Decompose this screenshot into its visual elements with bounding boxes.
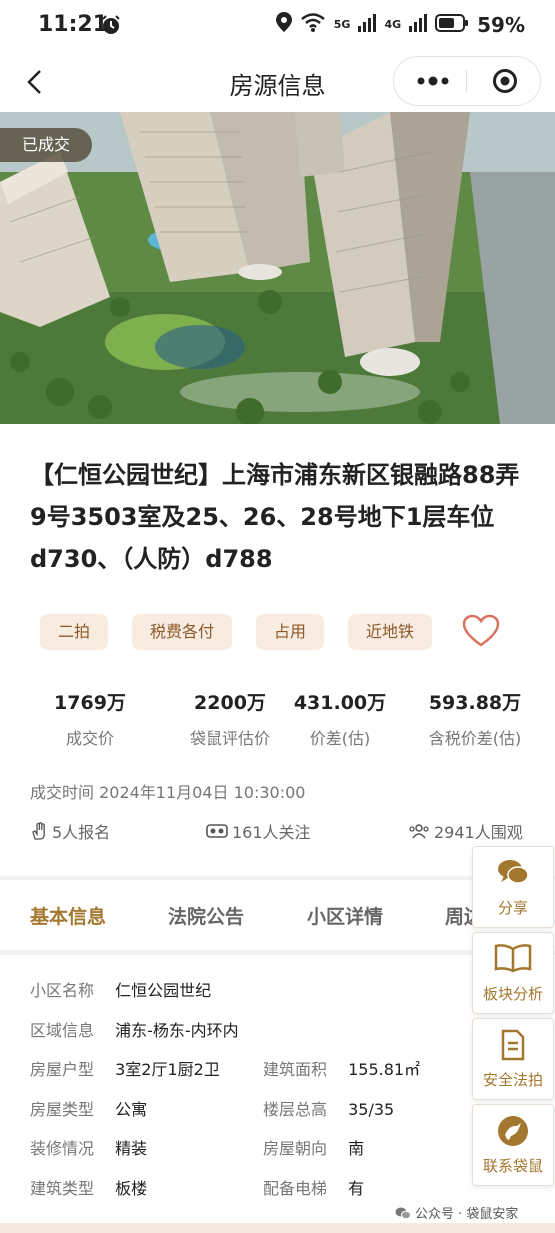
info-value: 精装 <box>115 1139 148 1158</box>
info-label: 配备电梯 <box>263 1179 328 1198</box>
info-value: 35/35 <box>348 1100 395 1119</box>
info-floor-area: 建筑面积 155.81㎡ <box>263 1056 420 1080</box>
status-bar: 11:21 5G 4G 59% <box>0 0 555 52</box>
safe-auction-label: 安全法拍 <box>482 1071 543 1089</box>
info-value: 155.81㎡ <box>348 1060 421 1079</box>
stat-label: 价差(估) <box>309 729 371 748</box>
info-label: 建筑类型 <box>30 1179 95 1198</box>
info-label: 房屋类型 <box>30 1100 95 1119</box>
stat-price-gap: 431.00万 价差(估) <box>280 688 400 749</box>
tab-court-notice[interactable]: 法院公告 <box>168 902 244 929</box>
battery-icon <box>435 13 469 37</box>
book-icon <box>494 944 532 973</box>
info-decoration: 装修情况 精装 <box>30 1135 147 1159</box>
property-summary: 【仁恒公园世纪】上海市浦东新区银融路88弄9号3503室及25、26、28号地下… <box>0 424 555 876</box>
stat-value: 1769万 <box>54 692 126 714</box>
stat-tax-gap: 593.88万 含税价差(估) <box>405 688 545 749</box>
status-time: 11:21 <box>38 12 109 37</box>
stat-label: 袋鼠评估价 <box>189 729 270 748</box>
stat-value: 2200万 <box>194 692 266 714</box>
mini-program-capsule <box>393 56 541 106</box>
stat-label: 含税价差(估) <box>428 729 522 748</box>
tag-item: 近地铁 <box>348 614 433 650</box>
wifi-icon <box>300 12 326 37</box>
info-value: 板楼 <box>115 1179 148 1198</box>
document-icon <box>501 1029 525 1061</box>
network-4g-label: 4G <box>384 18 402 31</box>
follower-count-text: 161人关注 <box>232 823 311 842</box>
safe-auction-button[interactable]: 安全法拍 <box>472 1018 554 1100</box>
signal-4g-icon <box>409 13 428 37</box>
info-orientation: 房屋朝向 南 <box>263 1135 364 1159</box>
status-badge: 已成交 <box>0 128 93 162</box>
stat-value: 593.88万 <box>428 692 522 714</box>
info-label: 房屋朝向 <box>263 1139 328 1158</box>
share-button[interactable]: 分享 <box>472 846 554 928</box>
area-analysis-button[interactable]: 板块分析 <box>472 932 554 1014</box>
location-icon <box>275 12 292 37</box>
hand-icon <box>32 822 45 840</box>
info-value: 仁恒公园世纪 <box>115 981 212 1000</box>
price-stats: 1769万 成交价 2200万 袋鼠评估价 431.00万 价差(估) 593.… <box>0 688 555 749</box>
wechat-icon <box>395 1207 411 1219</box>
info-value: 南 <box>348 1139 365 1158</box>
tag-list: 二拍 税费各付 占用 近地铁 <box>40 614 433 650</box>
info-label: 小区名称 <box>30 981 95 1000</box>
capsule-divider <box>466 70 467 92</box>
info-label: 建筑面积 <box>263 1060 328 1079</box>
vr-glasses-icon <box>206 824 228 838</box>
more-icon[interactable] <box>416 75 450 86</box>
signal-5g-icon <box>358 13 377 37</box>
target-icon[interactable] <box>492 68 518 98</box>
people-icon <box>409 824 429 839</box>
signup-count: 5人报名 <box>30 819 110 843</box>
info-layout: 房屋户型 3室2厅1厨2卫 <box>30 1056 220 1080</box>
info-value: 公寓 <box>115 1100 148 1119</box>
tab-basic-info[interactable]: 基本信息 <box>30 902 106 929</box>
stat-value: 431.00万 <box>293 692 387 714</box>
stat-appraisal: 2200万 袋鼠评估价 <box>165 688 295 749</box>
contact-button[interactable]: 联系袋鼠 <box>472 1104 554 1186</box>
alarm-icon <box>100 14 122 40</box>
share-label: 分享 <box>497 899 528 917</box>
deal-time: 成交时间 2024年11月04日 10:30:00 <box>30 783 306 802</box>
info-area: 区域信息 浦东-杨东-内环内 <box>30 1017 239 1041</box>
follower-count: 161人关注 <box>206 819 311 843</box>
info-value: 3室2厅1厨2卫 <box>115 1060 220 1079</box>
kangaroo-logo-icon <box>498 1116 528 1146</box>
info-floors: 楼层总高 35/35 <box>263 1096 394 1120</box>
signup-count-text: 5人报名 <box>52 823 111 842</box>
info-value: 有 <box>348 1179 365 1198</box>
info-label: 房屋户型 <box>30 1060 95 1079</box>
tab-community-details[interactable]: 小区详情 <box>307 902 383 929</box>
watermark: 公众号 · 袋鼠安家 <box>395 1203 518 1222</box>
property-title: 【仁恒公园世纪】上海市浦东新区银融路88弄9号3503室及25、26、28号地下… <box>30 461 520 573</box>
info-house-type: 房屋类型 公寓 <box>30 1096 147 1120</box>
chat-icon <box>498 860 529 884</box>
info-value: 浦东-杨东-内环内 <box>115 1021 239 1040</box>
viewer-count-text: 2941人围观 <box>434 823 523 842</box>
info-label: 装修情况 <box>30 1139 95 1158</box>
favorite-button[interactable] <box>462 614 500 652</box>
stat-deal-price: 1769万 成交价 <box>0 688 180 749</box>
tag-item: 二拍 <box>40 614 109 650</box>
info-building-type: 建筑类型 板楼 <box>30 1175 147 1199</box>
contact-label: 联系袋鼠 <box>482 1157 543 1175</box>
info-community: 小区名称 仁恒公园世纪 <box>30 977 211 1001</box>
stat-label: 成交价 <box>65 729 114 748</box>
watermark-text: 公众号 · 袋鼠安家 <box>415 1207 519 1222</box>
info-label: 楼层总高 <box>263 1100 328 1119</box>
info-label: 区域信息 <box>30 1021 95 1040</box>
status-right: 5G 4G 59% <box>275 12 525 37</box>
nav-header: 房源信息 <box>0 52 555 112</box>
tag-item: 税费各付 <box>132 614 233 650</box>
area-analysis-label: 板块分析 <box>482 985 543 1003</box>
battery-percent: 59% <box>477 12 525 37</box>
heart-icon <box>462 614 500 647</box>
tag-item: 占用 <box>256 614 325 650</box>
info-elevator: 配备电梯 有 <box>263 1175 364 1199</box>
viewer-count: 2941人围观 <box>408 819 523 843</box>
bottom-strip <box>0 1223 555 1233</box>
network-5g-label: 5G <box>333 18 351 31</box>
